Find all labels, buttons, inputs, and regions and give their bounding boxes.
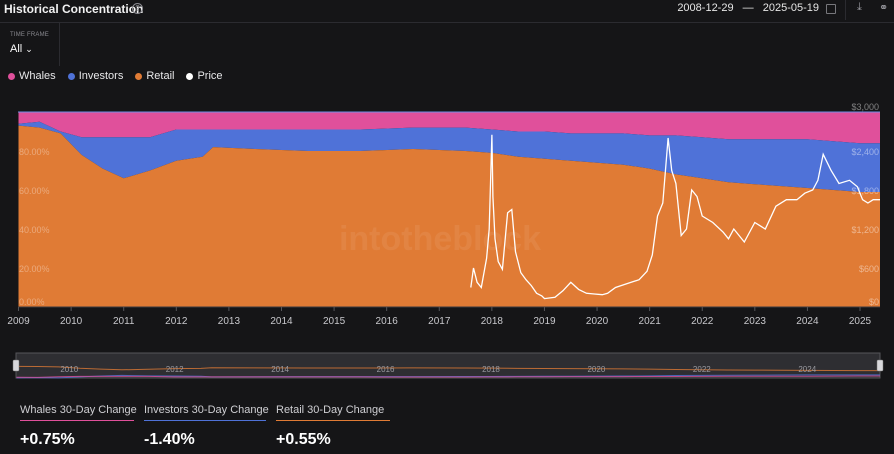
navigator-tick-label: 2016 [377, 365, 395, 374]
stat-label-investors: Investors 30-Day Change [144, 404, 269, 421]
help-icon[interactable]: ? [132, 3, 143, 14]
navigator-window[interactable] [15, 352, 881, 379]
x-tick-label: 2013 [218, 316, 241, 327]
legend-item-price[interactable]: Price [186, 70, 223, 82]
legend-item-investors[interactable]: Investors [67, 70, 124, 82]
navigator-tick-label: 2014 [271, 365, 289, 374]
y-tick-right: $0 [869, 297, 879, 307]
x-tick-label: 2010 [60, 316, 83, 327]
y-tick-right: $3,000 [851, 102, 879, 112]
x-tick-label: 2018 [481, 316, 504, 327]
timeframe-dropdown[interactable]: All ⌄ [10, 43, 33, 55]
y-tick-left: 80.00% [19, 147, 50, 157]
legend-dot-price [186, 72, 194, 80]
legend-dot-whales [8, 72, 15, 80]
stat-whales: Whales 30-Day Change +0.75% [20, 404, 137, 449]
chart-legend: Whales Investors Retail Price [8, 70, 223, 82]
y-tick-left: 40.00% [19, 225, 50, 235]
navigator-tick-label: 2010 [60, 365, 78, 374]
y-tick-left: 20.00% [19, 264, 50, 274]
legend-item-retail[interactable]: Retail [135, 70, 174, 82]
stat-value-retail: +0.55% [276, 431, 331, 448]
chevron-down-icon: ⌄ [25, 44, 33, 54]
legend-item-whales[interactable]: Whales [8, 70, 56, 82]
date-separator: — [742, 2, 754, 14]
stat-value-whales: +0.75% [20, 431, 75, 448]
x-tick-label: 2022 [691, 316, 714, 327]
legend-label-retail: Retail [146, 70, 175, 82]
download-icon[interactable]: ⤓ [857, 1, 862, 14]
x-tick-label: 2023 [744, 316, 767, 327]
y-tick-left: 0.00% [19, 297, 45, 307]
y-tick-right: $1,800 [851, 186, 879, 196]
x-tick-label: 2014 [270, 316, 293, 327]
stats-row: Whales 30-Day Change +0.75% Investors 30… [20, 404, 390, 449]
x-axis: 2009 2010 2011 2012 2013 2014 2015 2016 2017 2018… [7, 306, 880, 327]
x-tick-label: 2025 [849, 316, 872, 327]
timeframe-label: TIME FRAME [10, 32, 49, 38]
navigator-tick-label: 2022 [693, 365, 711, 374]
calendar-icon[interactable] [826, 4, 836, 14]
x-tick-label: 2017 [428, 316, 451, 327]
x-tick-label: 2015 [323, 316, 346, 327]
date-from[interactable]: 2008-12-29 [677, 2, 733, 14]
x-tick-label: 2020 [586, 316, 609, 327]
stat-retail: Retail 30-Day Change +0.55% [276, 404, 390, 449]
navigator-tick-label: 2024 [798, 365, 816, 374]
timeframe-divider [59, 22, 60, 66]
date-to[interactable]: 2025-05-19 [763, 2, 819, 14]
y-tick-left: 60.00% [19, 186, 50, 196]
y-tick-right: $1,200 [851, 225, 879, 235]
legend-label-whales: Whales [19, 70, 56, 82]
page-title: Historical Concentration [4, 2, 144, 16]
share-icon[interactable]: ⚭ [879, 1, 888, 14]
x-tick-label: 2024 [796, 316, 819, 327]
watermark-text: intotheblock [339, 220, 541, 258]
x-tick-label: 2016 [376, 316, 399, 327]
legend-label-investors: Investors [78, 70, 124, 82]
legend-dot-investors [67, 72, 75, 80]
navigator-handle-right[interactable] [876, 359, 884, 372]
navigator-handle-left[interactable] [12, 359, 20, 372]
navigator-tick-label: 2012 [166, 365, 184, 374]
stat-label-whales: Whales 30-Day Change [20, 404, 137, 421]
header-divider [845, 0, 846, 20]
x-tick-label: 2009 [7, 316, 30, 327]
navigator-tick-label: 2018 [482, 365, 500, 374]
stat-investors: Investors 30-Day Change -1.40% [144, 404, 269, 449]
timeframe-value: All [10, 43, 23, 55]
header-divider-line [0, 22, 894, 23]
y-tick-right: $2,400 [851, 147, 879, 157]
legend-label-price: Price [197, 70, 223, 82]
legend-dot-retail [135, 72, 143, 80]
x-tick-label: 2011 [113, 316, 135, 327]
navigator-tick-label: 2020 [587, 365, 605, 374]
y-tick-right: $600 [859, 264, 879, 274]
range-navigator[interactable]: 2010 2012 2014 2016 2018 2020 2022 2024 [12, 352, 884, 379]
stat-value-investors: -1.40% [144, 431, 195, 448]
x-tick-label: 2019 [533, 316, 556, 327]
x-tick-label: 2012 [165, 316, 188, 327]
stat-label-retail: Retail 30-Day Change [276, 404, 390, 421]
plot-area [18, 111, 880, 307]
x-tick-label: 2021 [639, 316, 662, 327]
concentration-chart[interactable]: intotheblock 0.00% 20.00% 40.00% 60.00% 80.0… [0, 100, 894, 385]
date-range-picker[interactable]: 2008-12-29 — 2025-05-19 [674, 2, 822, 14]
